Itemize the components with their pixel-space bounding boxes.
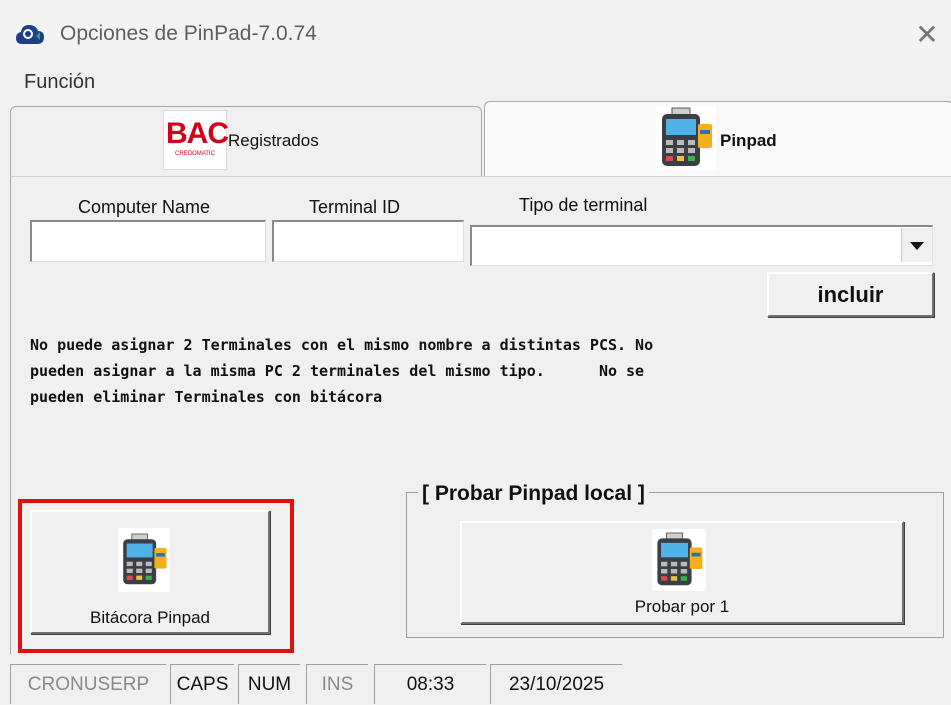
incluir-button[interactable]: incluir <box>767 272 934 317</box>
status-time: 08:33 <box>374 664 486 704</box>
pinpad-terminal-icon <box>656 106 716 170</box>
tab-registrados-label: Registrados <box>228 131 319 150</box>
terminal-type-label: Tipo de terminal <box>519 195 648 215</box>
bac-credomatic-logo: BAC CREDOMATIC <box>163 110 229 170</box>
close-icon[interactable]: ✕ <box>912 20 942 50</box>
status-num: NUM <box>238 664 300 704</box>
title-bar: Opciones de PinPad-7.0.74 ✕ <box>0 0 951 66</box>
chevron-down-icon <box>910 242 924 250</box>
terminal-rules-notice: No puede asignar 2 Terminales con el mis… <box>30 336 654 406</box>
terminal-type-select[interactable] <box>470 225 933 266</box>
menu-item-funcion[interactable]: Función <box>24 71 95 94</box>
probar-pinpad-local-title: [ Probar Pinpad local ] <box>418 482 649 506</box>
incluir-button-label: incluir <box>817 282 884 307</box>
bac-logo-text: BAC <box>166 117 229 150</box>
highlight-annotation <box>18 499 294 653</box>
probar-por-1-label: Probar por 1 <box>634 597 730 616</box>
status-caps: CAPS <box>170 664 234 704</box>
status-ins: INS <box>306 664 368 704</box>
pinpad-terminal-icon <box>652 529 706 591</box>
menu-bar: Función <box>0 66 951 99</box>
tab-pinpad[interactable] <box>484 101 951 181</box>
computer-name-field[interactable] <box>30 220 266 262</box>
window-title: Opciones de PinPad-7.0.74 <box>60 22 317 45</box>
status-user: CRONUSERP <box>10 664 166 704</box>
probar-por-1-button[interactable]: Probar por 1 <box>460 521 904 624</box>
computer-name-label: Computer Name <box>78 197 211 217</box>
status-date: 23/10/2025 <box>490 664 622 704</box>
terminal-type-dropdown-button[interactable] <box>901 228 932 262</box>
terminal-id-label: Terminal ID <box>309 197 401 217</box>
tab-pinpad-label: Pinpad <box>720 131 777 150</box>
bac-logo-subtext: CREDOMATIC <box>175 151 215 157</box>
app-cloud-icon <box>16 25 44 44</box>
terminal-id-field[interactable] <box>272 220 464 262</box>
